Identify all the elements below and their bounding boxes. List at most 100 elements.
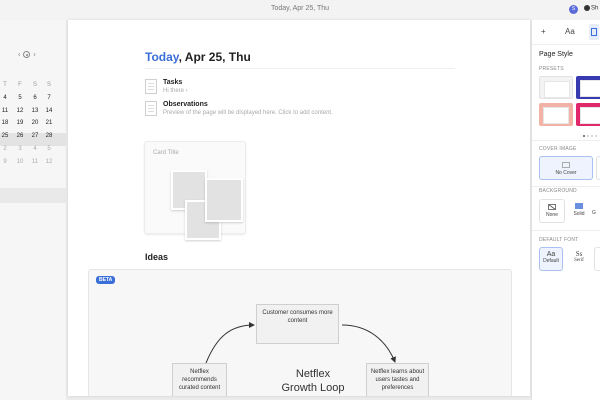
calendar-grid: T F S S 4 5 6 7 11 12 13 14 18 19 20 21 … xyxy=(0,82,66,172)
calendar-day[interactable]: 9 xyxy=(0,159,11,165)
calendar-day[interactable]: 7 xyxy=(43,95,55,101)
calendar-panel: ‹ › T F S S 4 5 6 7 11 12 13 14 18 19 20 … xyxy=(0,20,66,400)
calendar-nav: ‹ › xyxy=(18,51,36,58)
date-label: , Apr 25, Thu xyxy=(178,50,251,64)
diagram-node-top[interactable]: Customer consumes more content xyxy=(256,304,339,344)
diagram-title-line1: Netflex xyxy=(295,368,331,380)
card-title: Card Title xyxy=(153,150,179,156)
calendar-week-row: 4 5 6 7 xyxy=(0,95,66,108)
calendar-day[interactable]: 21 xyxy=(43,120,55,126)
calendar-day[interactable]: 27 xyxy=(29,133,41,139)
background-gradient-option[interactable]: G xyxy=(592,199,600,223)
page-title: Today, Apr 25, Thu xyxy=(145,50,251,64)
font-serif-glyph: Ss xyxy=(575,250,583,258)
cover-image-label: COVER IMAGE xyxy=(539,146,577,152)
calendar-day[interactable]: 3 xyxy=(14,146,26,152)
calendar-day[interactable]: 2 xyxy=(0,146,11,152)
no-cover-label: No Cover xyxy=(555,170,577,176)
preset-tile xyxy=(580,80,600,97)
page-icon xyxy=(591,27,597,36)
page-style-tab[interactable] xyxy=(589,24,599,40)
background-none-option[interactable]: None xyxy=(539,199,565,223)
preset-pink[interactable] xyxy=(576,103,600,126)
calendar-day[interactable]: 6 xyxy=(29,95,41,101)
top-date: Today, Apr 25, Thu xyxy=(270,5,330,12)
preset-salmon[interactable] xyxy=(539,103,573,126)
calendar-day[interactable]: 11 xyxy=(0,108,11,114)
share-icon xyxy=(584,5,590,11)
diagram-title-line2: Growth Loop xyxy=(281,382,345,394)
background-solid-label: Solid xyxy=(573,211,585,217)
arrow-top-to-right xyxy=(341,324,396,363)
calendar-day[interactable]: 14 xyxy=(43,108,55,114)
calendar-day[interactable]: 26 xyxy=(14,133,26,139)
text-style-tab[interactable]: Aa xyxy=(565,27,575,36)
preset-default[interactable] xyxy=(539,76,573,99)
photo-placeholder xyxy=(205,178,243,222)
no-cover-option[interactable]: No Cover xyxy=(539,156,593,180)
calendar-day[interactable]: 4 xyxy=(29,146,41,152)
share-button[interactable]: Sh xyxy=(584,5,598,12)
diagram-title[interactable]: Netflex Growth Loop xyxy=(258,367,368,395)
cover-option-2[interactable] xyxy=(596,156,600,180)
image-icon xyxy=(562,162,570,168)
add-icon[interactable]: + xyxy=(541,27,546,36)
divider xyxy=(532,230,600,231)
calendar-day[interactable]: 11 xyxy=(29,159,41,165)
divider xyxy=(532,186,600,187)
preset-tile xyxy=(543,107,569,124)
whiteboard[interactable]: BETA Customer consumes more content Netf… xyxy=(88,269,512,396)
preset-tile xyxy=(544,81,570,98)
background-solid-option[interactable]: Solid xyxy=(567,199,591,223)
solid-background-icon xyxy=(575,203,583,209)
ideas-heading: Ideas xyxy=(145,252,169,262)
calendar-day[interactable]: 28 xyxy=(43,133,55,139)
calendar-day[interactable]: 25 xyxy=(0,133,11,139)
document-icon xyxy=(145,79,157,94)
avatar[interactable]: S xyxy=(569,5,578,14)
calendar-week-row-current: 25 26 27 28 xyxy=(0,133,66,146)
weekday-label: S xyxy=(46,82,51,88)
sidebar-selected-item[interactable] xyxy=(0,188,66,203)
font-mono-option[interactable] xyxy=(594,247,600,271)
calendar-week-row: 2 3 4 5 xyxy=(0,146,66,159)
calendar-day[interactable]: 12 xyxy=(14,108,26,114)
arrow-left-to-top xyxy=(205,322,255,364)
calendar-week-row: 11 12 13 14 xyxy=(0,108,66,121)
calendar-day[interactable]: 13 xyxy=(29,108,41,114)
today-circle-icon[interactable] xyxy=(23,51,31,58)
default-font-label: DEFAULT FONT xyxy=(539,237,579,243)
diagram-node-left[interactable]: Netflex recommends curated content xyxy=(172,363,227,396)
calendar-header-row: T F S S xyxy=(0,82,66,95)
observations-title: Observations xyxy=(163,101,208,108)
font-default-glyph: Aa xyxy=(546,251,556,258)
preset-blue[interactable] xyxy=(576,76,600,99)
document-icon xyxy=(145,101,157,116)
calendar-day[interactable]: 4 xyxy=(0,95,11,101)
calendar-week-row: 18 19 20 21 xyxy=(0,120,66,133)
diagram-node-right[interactable]: Netflex learns about users tastes and pr… xyxy=(366,363,429,396)
inspector-tabs: + Aa xyxy=(532,20,600,44)
observations-subtitle: Preview of the page will be displayed he… xyxy=(163,110,333,116)
calendar-day[interactable]: 19 xyxy=(14,120,26,126)
divider xyxy=(532,44,600,45)
font-default-label: Default xyxy=(543,258,559,264)
image-card[interactable]: Card Title xyxy=(144,141,246,240)
inspector-panel: + Aa Page Style PRESETS COVER IMAGE No C… xyxy=(531,20,600,400)
calendar-day[interactable]: 20 xyxy=(29,120,41,126)
top-bar: Today, Apr 25, Thu S Sh xyxy=(0,0,600,20)
next-month-icon[interactable]: › xyxy=(33,51,35,58)
share-label: Sh xyxy=(591,5,599,12)
calendar-day[interactable]: 18 xyxy=(0,120,11,126)
carousel-dots xyxy=(583,135,597,137)
calendar-day[interactable]: 5 xyxy=(14,95,26,101)
prev-month-icon[interactable]: ‹ xyxy=(18,51,20,58)
weekday-label: T xyxy=(3,82,7,88)
font-default-option[interactable]: Aa Default xyxy=(539,247,563,271)
calendar-day[interactable]: 10 xyxy=(14,159,26,165)
font-serif-option[interactable]: Ss Serif xyxy=(567,247,591,271)
beta-badge: BETA xyxy=(96,276,116,284)
calendar-day[interactable]: 5 xyxy=(43,146,55,152)
weekday-label: S xyxy=(32,82,37,88)
calendar-day[interactable]: 12 xyxy=(43,159,55,165)
